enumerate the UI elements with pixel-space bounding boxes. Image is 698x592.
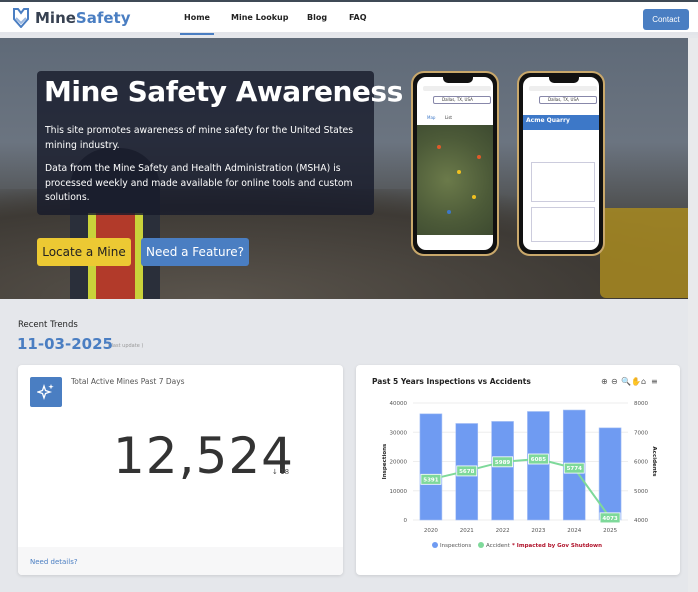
sparkles-icon	[30, 377, 62, 407]
bar-inspections	[491, 421, 514, 521]
data-label: 6085	[531, 457, 546, 463]
need-feature-button[interactable]: Need a Feature?	[141, 238, 249, 266]
phone-mockup-detail: Dallas, TX, USA Acme Quarry	[517, 71, 605, 256]
y-left-tick: 10000	[390, 489, 408, 495]
bar-inspections	[419, 413, 443, 521]
y-left-tick: 40000	[390, 401, 408, 407]
pan-hand-icon[interactable]: ✋	[631, 376, 641, 386]
nav-mine-lookup[interactable]: Mine Lookup	[231, 13, 288, 22]
magnifier-icon[interactable]: 🔍	[621, 376, 631, 386]
hero-paragraph-2: Data from the Mine Safety and Health Adm…	[45, 163, 353, 203]
scrollbar[interactable]	[688, 38, 698, 592]
delta-indicator: ↓ 18	[272, 468, 290, 476]
data-label: 5678	[459, 469, 474, 475]
locate-mine-button[interactable]: Locate a Mine	[37, 238, 131, 266]
map-image	[417, 125, 493, 235]
data-label: 5774	[567, 466, 582, 472]
truck-image	[600, 208, 698, 298]
hero-title: Mine Safety Awareness	[44, 75, 403, 108]
zoom-out-icon[interactable]: ⊖	[611, 377, 618, 386]
card-title: Total Active Mines Past 7 Days	[71, 377, 185, 386]
phone-tab-list: List	[445, 115, 452, 120]
y-left-tick: 0	[404, 518, 408, 524]
y-right-tick: 7000	[634, 430, 648, 436]
last-update-date: 11-03-2025	[17, 335, 113, 353]
x-tick: 2025	[603, 528, 617, 534]
logo[interactable]: MineSafety	[12, 8, 131, 28]
legend-accident-marker	[478, 542, 484, 548]
chart-title: Past 5 Years Inspections vs Accidents	[372, 377, 531, 386]
data-label: 5989	[495, 460, 510, 466]
hero-text-box: Mine Safety Awareness This site promotes…	[37, 71, 403, 215]
x-tick: 2023	[531, 528, 545, 534]
recent-trends-label: Recent Trends	[18, 320, 78, 330]
data-label: 5391	[423, 477, 438, 483]
brand-name: MineSafety	[35, 9, 131, 27]
menu-icon[interactable]: ≡	[651, 377, 658, 386]
y-right-tick: 4000	[634, 518, 648, 524]
y-right-tick: 5000	[634, 489, 648, 495]
active-mines-card: Total Active Mines Past 7 Days 12,524 ↓ …	[18, 365, 343, 575]
y-left-label: Inspections	[382, 443, 388, 479]
x-tick: 2020	[424, 528, 438, 534]
inspections-accidents-chart: Past 5 Years Inspections vs Accidents ⊕ ⊖ 🔍…	[372, 376, 658, 549]
data-label: 4073	[602, 516, 617, 522]
bar-inspections	[527, 411, 550, 521]
arrow-down-icon: ↓	[272, 468, 278, 476]
need-details-link[interactable]: Need details?	[30, 558, 78, 566]
shutdown-note: * Impacted by Gov Shutdown	[512, 543, 602, 549]
chart-card: Past 5 Years Inspections vs Accidents ⊕ ⊖ 🔍…	[356, 365, 680, 575]
legend-inspections: Inspections	[440, 543, 471, 549]
phone-search-2: Dallas, TX, USA	[539, 96, 597, 104]
hero: Mine Safety Awareness This site promotes…	[0, 38, 698, 299]
y-right-tick: 8000	[634, 401, 648, 407]
phone-search: Dallas, TX, USA	[433, 96, 491, 104]
phone-mine-name: Acme Quarry	[523, 115, 599, 130]
nav-home[interactable]: Home	[180, 13, 214, 35]
phone-mini-chart-2	[531, 207, 595, 242]
phone-mockup-map: Dallas, TX, USA Map List	[411, 71, 499, 256]
navbar: MineSafety Home Mine Lookup Blog FAQ Con…	[0, 2, 698, 35]
x-tick: 2024	[567, 528, 581, 534]
active-mines-count: 12,524	[113, 427, 294, 485]
home-icon[interactable]: ⌂	[641, 377, 646, 386]
x-tick: 2022	[496, 528, 510, 534]
y-left-tick: 30000	[390, 430, 408, 436]
nav-blog[interactable]: Blog	[307, 13, 327, 22]
y-right-label: Accidents	[651, 446, 657, 477]
y-right-tick: 6000	[634, 460, 648, 466]
last-update-note: ( last update )	[108, 343, 144, 349]
hero-paragraph-1: This site promotes awareness of mine saf…	[45, 125, 354, 151]
legend-inspections-marker	[432, 542, 438, 548]
legend-accident: Accident	[486, 543, 511, 549]
shield-logo-icon	[13, 8, 29, 28]
phone-mini-chart	[531, 162, 595, 202]
phone-tab-map: Map	[427, 115, 436, 120]
x-tick: 2021	[460, 528, 474, 534]
nav-faq[interactable]: FAQ	[349, 13, 367, 22]
zoom-in-icon[interactable]: ⊕	[601, 377, 608, 386]
contact-button[interactable]: Contact	[643, 9, 689, 30]
y-left-tick: 20000	[390, 460, 408, 466]
